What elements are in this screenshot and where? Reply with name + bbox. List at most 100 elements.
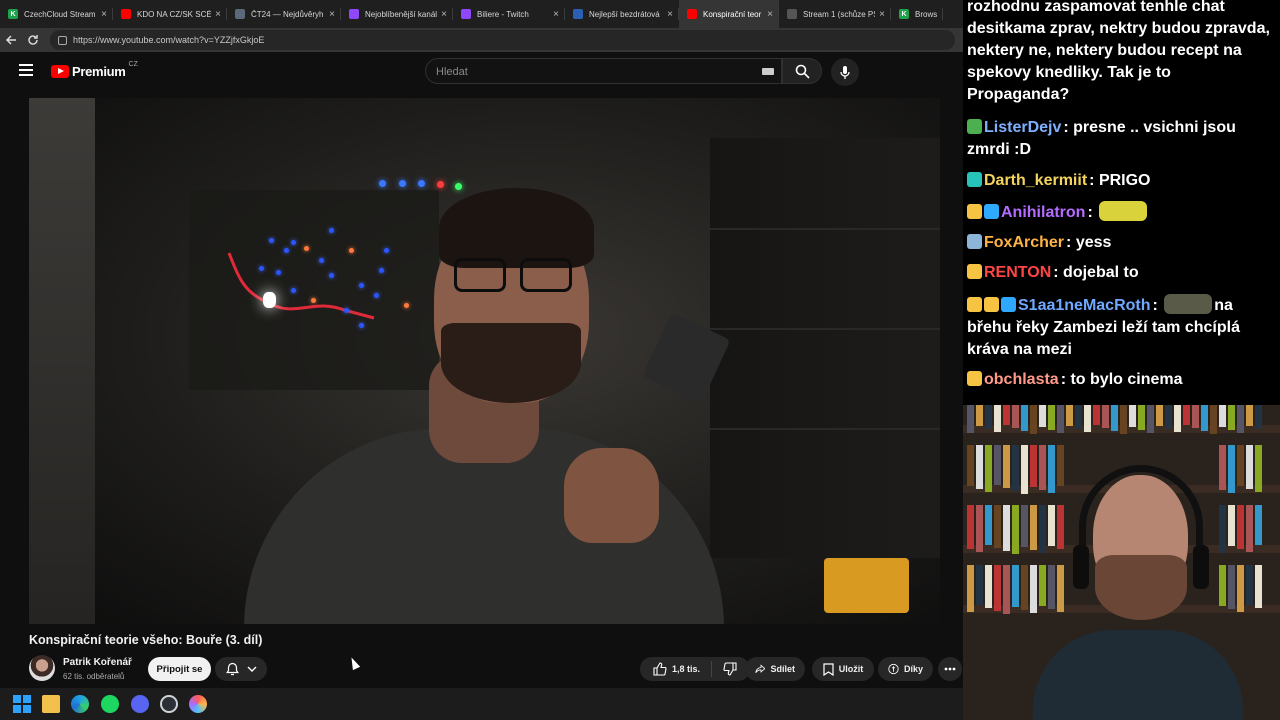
- windows-start-icon[interactable]: [13, 695, 31, 713]
- chat-username[interactable]: Darth_kermiit: [984, 172, 1087, 189]
- reload-button[interactable]: [22, 29, 44, 51]
- tab-close-icon[interactable]: ×: [215, 9, 221, 20]
- browser-tab[interactable]: K CzechCloud Stream ×: [0, 0, 113, 28]
- arrow-left-icon: [5, 35, 16, 45]
- back-button[interactable]: [0, 29, 22, 51]
- tab-close-icon[interactable]: ×: [553, 9, 559, 20]
- browser-tab[interactable]: ČT24 — Nejdůvěryh ×: [227, 0, 341, 28]
- search-input[interactable]: [434, 64, 754, 80]
- tab-close-icon[interactable]: ×: [101, 9, 107, 20]
- chat-text: to bylo cinema: [1070, 371, 1183, 388]
- edge-browser-icon[interactable]: [71, 695, 89, 713]
- webcam-book: [1228, 565, 1235, 609]
- webcam-book: [1003, 505, 1010, 551]
- chat-emote-icon: [1164, 294, 1213, 314]
- video-scene-pin: [276, 270, 281, 275]
- browser-tab[interactable]: K Browse -: [891, 0, 943, 28]
- discord-icon[interactable]: [131, 695, 149, 713]
- webcam-book: [1039, 405, 1046, 427]
- webcam-book: [1219, 445, 1226, 490]
- video-scene-led: [455, 183, 462, 190]
- channel-name[interactable]: Patrik Kořenář: [63, 657, 132, 668]
- webcam-book: [1003, 565, 1010, 614]
- spotify-icon[interactable]: [101, 695, 119, 713]
- webcam-book: [1174, 405, 1181, 432]
- webcam-book: [1255, 405, 1262, 429]
- webcam-book: [1084, 405, 1091, 432]
- search-button[interactable]: [782, 58, 822, 84]
- tab-close-icon[interactable]: ×: [441, 9, 447, 20]
- webcam-book: [967, 405, 974, 433]
- share-icon: [755, 664, 766, 673]
- app-icon[interactable]: [189, 695, 207, 713]
- webcam-book: [1228, 445, 1235, 493]
- webcam-book: [976, 445, 983, 489]
- os-taskbar: [0, 688, 963, 720]
- more-actions-button[interactable]: [938, 657, 962, 681]
- join-button[interactable]: Připojit se: [148, 657, 211, 681]
- dislike-button[interactable]: [723, 662, 737, 676]
- video-scene-led: [399, 180, 406, 187]
- thanks-label: Díky: [903, 664, 923, 674]
- subscriber-count: 62 tis. odběratelů: [63, 672, 125, 681]
- url-field[interactable]: https://www.youtube.com/watch?v=YZZjfxGk…: [50, 30, 955, 50]
- microphone-icon: [840, 65, 850, 79]
- webcam-book: [1030, 565, 1037, 613]
- tab-close-icon[interactable]: ×: [329, 9, 335, 20]
- webcam-book: [1030, 445, 1037, 487]
- chat-username[interactable]: obchlasta: [984, 371, 1059, 388]
- webcam-book: [1165, 405, 1172, 429]
- webcam-book: [1237, 505, 1244, 549]
- youtube-logo[interactable]: Premium CZ: [51, 61, 138, 79]
- webcam-book: [1075, 405, 1082, 429]
- tab-close-icon[interactable]: ×: [667, 9, 673, 20]
- tab-label: Stream 1 (schůze PS): [803, 9, 876, 19]
- chat-username[interactable]: S1aa1neMacRoth: [1018, 297, 1151, 314]
- browser-tab[interactable]: Nejoblíbenější kanály ×: [341, 0, 453, 28]
- chat-username[interactable]: Anihilatron: [1001, 204, 1085, 221]
- video-scene-pin: [259, 266, 264, 271]
- webcam-book: [1021, 505, 1028, 547]
- webcam-book: [1246, 405, 1253, 426]
- browser-tab[interactable]: Stream 1 (schůze PS) ×: [779, 0, 891, 28]
- tab-close-icon[interactable]: ×: [879, 9, 885, 20]
- webcam-book: [1120, 405, 1127, 434]
- thanks-button[interactable]: Díky: [878, 657, 933, 681]
- browser-tab[interactable]: KDO NA CZ/SK SCÉN ×: [113, 0, 227, 28]
- webcam-book: [994, 445, 1001, 485]
- chat-text: PRIGO: [1098, 172, 1151, 189]
- chat-username[interactable]: RENTON: [984, 264, 1051, 281]
- browser-window: K CzechCloud Stream × KDO NA CZ/SK SCÉN × ČT2…: [0, 0, 963, 688]
- browser-tab[interactable]: Biliere - Twitch ×: [453, 0, 565, 28]
- notification-button[interactable]: [215, 657, 267, 681]
- browser-tab[interactable]: Konspirační teor ×: [679, 0, 779, 28]
- webcam-book: [1048, 505, 1055, 546]
- browser-tab[interactable]: Nejlepší bezdrátová ×: [565, 0, 679, 28]
- keyboard-icon[interactable]: [762, 68, 774, 75]
- voice-search-button[interactable]: [831, 58, 859, 86]
- channel-avatar[interactable]: [29, 655, 55, 681]
- tab-favicon-icon: [687, 9, 697, 19]
- save-button[interactable]: Uložit: [812, 657, 874, 681]
- webcam-book: [1012, 505, 1019, 554]
- chat-separator: :: [1152, 297, 1163, 314]
- search-box: [425, 58, 782, 84]
- video-scene-pin: [284, 248, 289, 253]
- tab-close-icon[interactable]: ×: [767, 9, 773, 20]
- tab-label: Browse -: [915, 9, 937, 19]
- share-button[interactable]: Sdílet: [745, 657, 805, 681]
- share-label: Sdílet: [770, 664, 795, 674]
- video-player[interactable]: [29, 98, 940, 624]
- chat-username[interactable]: FoxArcher: [984, 234, 1064, 251]
- webcam-book: [1093, 405, 1100, 425]
- file-explorer-icon[interactable]: [42, 695, 60, 713]
- like-button[interactable]: 1,8 tis.: [653, 662, 700, 676]
- chat-username[interactable]: ListerDejv: [984, 119, 1061, 136]
- tab-label: CzechCloud Stream: [24, 9, 96, 19]
- video-scene-led: [418, 180, 425, 187]
- video-scene-pin: [311, 298, 316, 303]
- hamburger-menu-icon[interactable]: [19, 64, 33, 76]
- tab-label: Nejoblíbenější kanály: [365, 9, 438, 19]
- video-scene-pin: [269, 238, 274, 243]
- steam-icon[interactable]: [160, 695, 178, 713]
